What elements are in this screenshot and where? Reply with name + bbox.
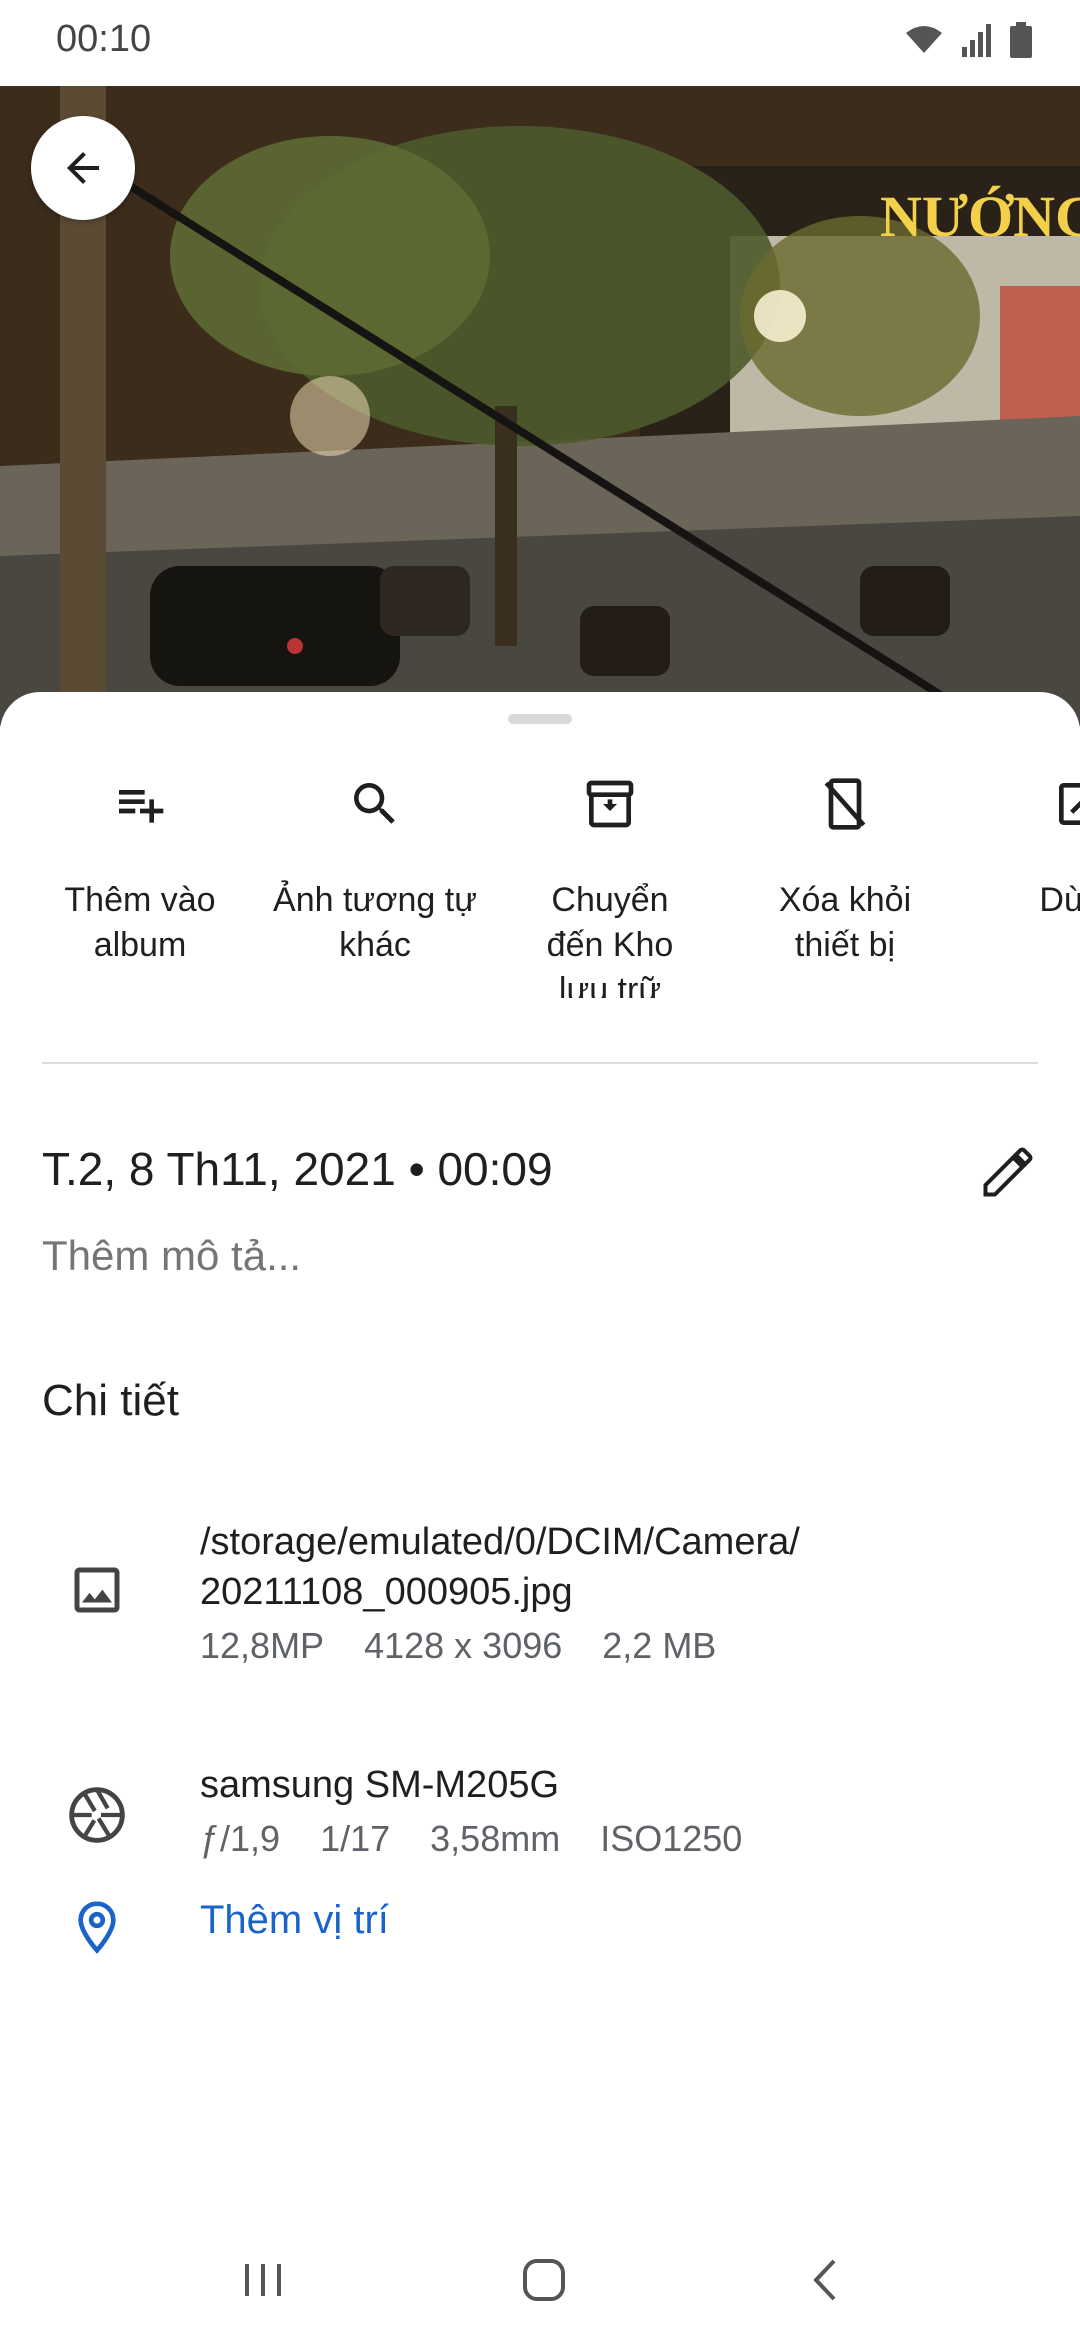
camera-meta: ƒ/1,9 1/17 3,58mm ISO1250 [200, 1818, 782, 1860]
drag-handle[interactable] [508, 714, 572, 724]
recent-apps-icon [245, 2264, 281, 2296]
pencil-icon [983, 1147, 1033, 1197]
add-location-link[interactable]: Thêm vị trí [200, 1898, 389, 1943]
file-path-line2: 20211108_000905.jpg [200, 1571, 573, 1613]
add-description-field[interactable]: Thêm mô tả... [42, 1232, 301, 1280]
file-resolution: 4128 x 3096 [364, 1625, 563, 1666]
battery-icon [1010, 22, 1032, 58]
status-bar: 00:10 [0, 0, 1080, 86]
details-heading: Chi tiết [42, 1376, 179, 1425]
edit-date-button[interactable] [978, 1142, 1038, 1202]
divider [42, 1062, 1038, 1064]
navigation-bar [0, 2220, 1080, 2340]
similar-photos-button[interactable]: Ảnh tương tự khác [257, 768, 493, 968]
file-detail: /storage/emulated/0/DCIM/Camera/ 2021110… [0, 1517, 1080, 1667]
add-to-album-button[interactable]: Thêm vào album [22, 768, 258, 968]
camera-model: samsung SM-M205G [200, 1764, 560, 1806]
shop-sign-text: NƯỚNG [880, 184, 1080, 249]
location-pin-icon [62, 1892, 132, 1962]
action-label: Dùng [1039, 881, 1080, 919]
phone-remove-icon [824, 778, 866, 830]
archive-icon [586, 780, 634, 828]
playlist-add-icon [119, 790, 164, 823]
remove-from-device-button[interactable]: Xóa khỏi thiết bị [727, 768, 963, 968]
wifi-icon [906, 26, 942, 53]
home-button[interactable] [504, 2250, 584, 2310]
action-label: Chuyển đến Kho lưu trữ [546, 881, 674, 998]
file-path-line1: /storage/emulated/0/DCIM/Camera/ [200, 1521, 800, 1563]
action-label: Ảnh tương tự khác [273, 881, 477, 964]
status-icons [904, 22, 1032, 58]
open-with-icon [1059, 783, 1080, 825]
date-row: T.2, 8 Th11, 2021 • 00:09 [42, 1142, 1038, 1212]
recent-apps-button[interactable] [224, 2250, 304, 2310]
arrow-back-icon [67, 152, 99, 184]
shutter-speed: 1/17 [320, 1818, 391, 1859]
photo-info-screen: 00:10 NƯỚNG Thêm vào album Ảnh tương tự … [0, 0, 1080, 2340]
chevron-left-icon [813, 2259, 836, 2301]
archive-button[interactable]: Chuyển đến Kho lưu trữ [492, 768, 728, 998]
camera-detail: samsung SM-M205G ƒ/1,9 1/17 3,58mm ISO1250 [0, 1760, 1080, 1870]
photo-scene: NƯỚNG [0, 86, 1080, 726]
signal-icon [962, 24, 991, 57]
use-as-button[interactable]: Dùng [962, 768, 1080, 923]
action-label: Thêm vào album [64, 881, 216, 964]
back-button[interactable] [31, 116, 135, 220]
photo-preview[interactable]: NƯỚNG [0, 86, 1080, 726]
action-label: Xóa khỏi thiết bị [778, 881, 912, 964]
image-icon [62, 1555, 132, 1625]
add-location-row[interactable]: Thêm vị trí [0, 1892, 1080, 1962]
file-size: 2,2 MB [602, 1625, 717, 1666]
system-back-button[interactable] [786, 2250, 866, 2310]
status-time: 00:10 [56, 18, 152, 60]
camera-aperture-icon [62, 1780, 132, 1850]
search-icon [354, 783, 395, 824]
photo-date: T.2, 8 Th11, 2021 • 00:09 [42, 1143, 553, 1195]
actions-row: Thêm vào album Ảnh tương tự khác Chuyển … [0, 768, 1080, 998]
focal-length: 3,58mm [430, 1818, 561, 1859]
file-meta: 12,8MP 4128 x 3096 2,2 MB [200, 1625, 800, 1667]
info-sheet: Thêm vào album Ảnh tương tự khác Chuyển … [0, 692, 1080, 2340]
home-icon [523, 2259, 565, 2301]
iso: ISO1250 [600, 1818, 743, 1859]
file-megapixels: 12,8MP [200, 1625, 325, 1666]
aperture: ƒ/1,9 [200, 1818, 281, 1859]
